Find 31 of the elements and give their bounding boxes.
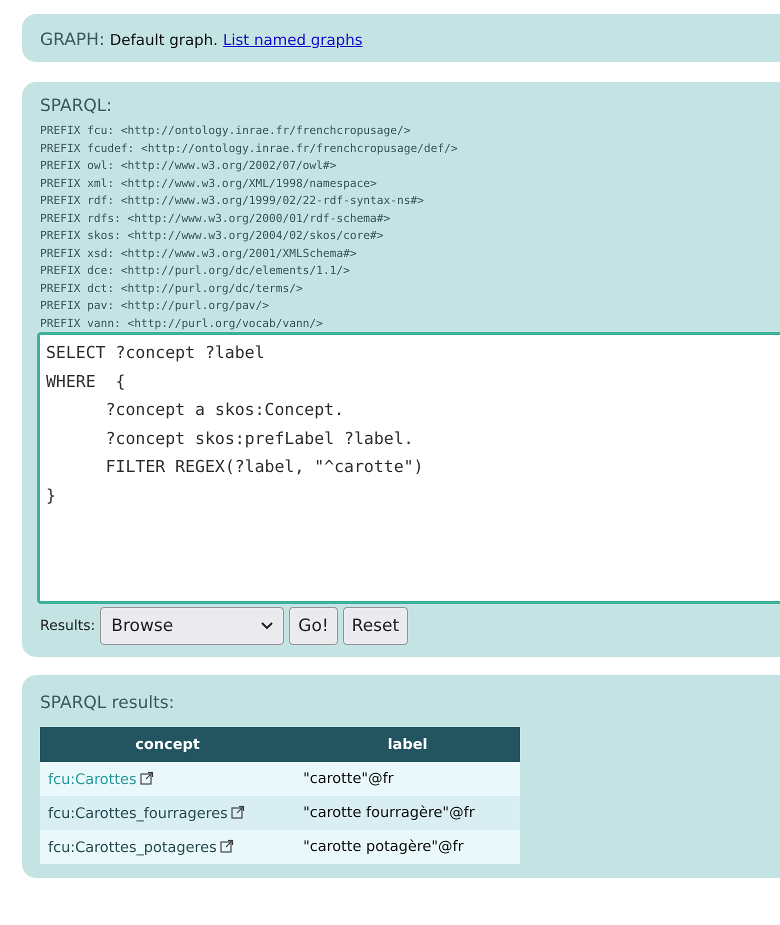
section-label: SPARQL: bbox=[40, 95, 113, 116]
external-link-icon[interactable] bbox=[220, 838, 234, 852]
prefix-line: PREFIX dce: <http://purl.org/dc/elements/1.1/> bbox=[40, 263, 351, 279]
column-header: label bbox=[295, 727, 520, 762]
prefix-line: PREFIX skos: <http://www.w3.org/2004/02/skos/core#> bbox=[40, 228, 385, 244]
graph-text: Default graph. bbox=[110, 31, 218, 49]
prefix-line: PREFIX owl: <http://www.w3.org/2002/07/owl#> bbox=[40, 158, 338, 174]
table-cell: "carotte fourragère"@fr bbox=[295, 796, 520, 830]
prefix-line: PREFIX rdfs: <http://www.w3.org/2000/01/rdf-schema#> bbox=[40, 210, 392, 226]
prefix-line: PREFIX xml: <http://www.w3.org/XML/1998/namespace> bbox=[40, 176, 378, 192]
section-label: GRAPH: bbox=[40, 30, 105, 50]
named-graphs-link[interactable]: List named graphs bbox=[222, 31, 363, 49]
external-link-icon[interactable] bbox=[140, 770, 154, 784]
prefix-line: PREFIX pav: <http://purl.org/pav/> bbox=[40, 298, 270, 314]
form-button[interactable]: Go! bbox=[289, 607, 338, 645]
column-header: concept bbox=[40, 727, 296, 762]
prefix-line: PREFIX vann: <http://purl.org/vocab/vann/> bbox=[40, 316, 324, 332]
prefix-line: PREFIX rdf: <http://www.w3.org/1999/02/22-rdf-syntax-ns#> bbox=[40, 193, 425, 209]
results-label: Results: bbox=[40, 618, 96, 634]
form-button[interactable]: Reset bbox=[342, 607, 408, 645]
prefix-line: PREFIX xsd: <http://www.w3.org/2001/XMLSchema#> bbox=[40, 246, 358, 262]
prefix-line: PREFIX dct: <http://purl.org/dc/terms/> bbox=[40, 280, 304, 296]
results-dropdown[interactable]: Browse bbox=[100, 607, 284, 645]
prefix-line: PREFIX fcu: <http://ontology.inrae.fr/frenchcropusage/> bbox=[40, 123, 412, 139]
table-cell: "carotte potagère"@fr bbox=[295, 830, 520, 864]
section-label: SPARQL results: bbox=[40, 692, 176, 713]
chevron-down-icon bbox=[261, 622, 274, 630]
table-cell: "carotte"@fr bbox=[295, 762, 520, 796]
query-editor[interactable]: SELECT ?concept ?label WHERE { ?concept a skos:Concept. ?concept skos:prefLabel ?label. FILTER REGEX(?label, "^carotte") } bbox=[37, 332, 780, 604]
external-link-icon[interactable] bbox=[230, 804, 245, 818]
prefix-line: PREFIX fcudef: <http://ontology.inrae.fr/frenchcropusage/def/> bbox=[40, 140, 459, 156]
